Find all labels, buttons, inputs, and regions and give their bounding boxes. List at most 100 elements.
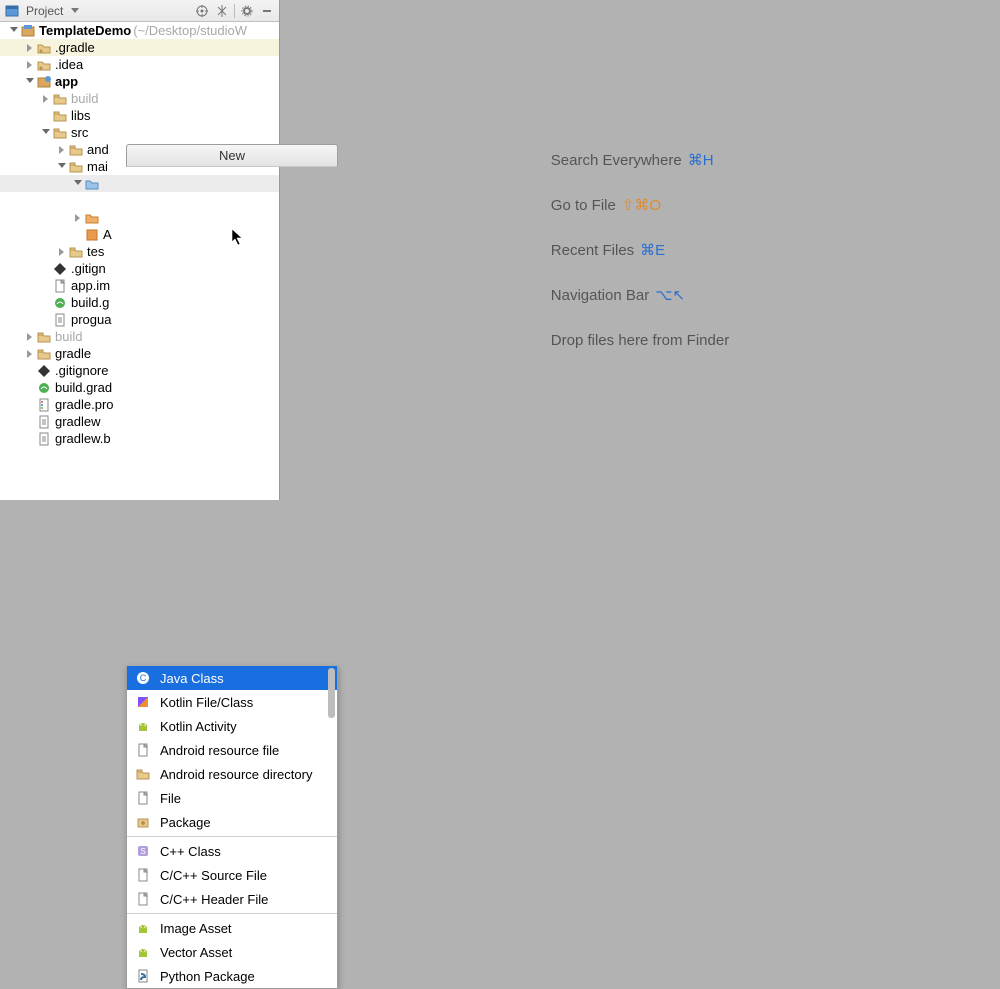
kotlin-icon bbox=[135, 694, 151, 710]
menu-item[interactable]: Python Package bbox=[127, 964, 337, 988]
tree-row[interactable]: app bbox=[0, 73, 279, 90]
menu-item[interactable]: Kotlin Activity bbox=[127, 714, 337, 738]
expand-arrow-icon[interactable] bbox=[24, 76, 36, 88]
tree-row[interactable]: build.grad bbox=[0, 379, 279, 396]
hide-icon[interactable] bbox=[259, 3, 275, 19]
tree-label: .idea bbox=[55, 56, 83, 73]
tree-row[interactable]: .gitignore bbox=[0, 362, 279, 379]
arrow-none bbox=[40, 314, 52, 326]
menu-item-label: Vector Asset bbox=[160, 945, 232, 960]
folder-blue-icon bbox=[84, 176, 100, 192]
menu-item[interactable]: Android resource directory bbox=[127, 762, 337, 786]
tree-row[interactable] bbox=[0, 175, 279, 192]
menu-item[interactable]: Kotlin File/Class bbox=[127, 690, 337, 714]
menu-item[interactable]: CJava Class bbox=[127, 666, 337, 690]
editor-area: Search Everywhere ⌘H Go to File ⇧⌘O Rece… bbox=[280, 0, 1000, 500]
gradle-icon bbox=[52, 295, 68, 311]
tree-label: app.im bbox=[71, 277, 110, 294]
file-icon bbox=[135, 867, 151, 883]
expand-arrow-icon[interactable] bbox=[24, 348, 36, 360]
arrow-none bbox=[40, 263, 52, 275]
welcome-panel: Search Everywhere ⌘H Go to File ⇧⌘O Rece… bbox=[551, 138, 729, 363]
tree-row[interactable]: src bbox=[0, 124, 279, 141]
tree-row[interactable]: gradle bbox=[0, 345, 279, 362]
svg-text:C: C bbox=[140, 673, 147, 683]
tree-label: libs bbox=[71, 107, 91, 124]
menu-item[interactable]: Image Asset bbox=[127, 916, 337, 940]
menu-item-label: Package bbox=[160, 815, 211, 830]
tree-row[interactable]: gradle.pro bbox=[0, 396, 279, 413]
context-menu-title: New bbox=[126, 144, 338, 167]
menu-item[interactable]: Package bbox=[127, 810, 337, 834]
tree-label: src bbox=[71, 124, 88, 141]
tree-row[interactable]: gradlew bbox=[0, 413, 279, 430]
expand-arrow-icon[interactable] bbox=[56, 144, 68, 156]
android-icon bbox=[135, 944, 151, 960]
collapse-icon[interactable] bbox=[214, 3, 230, 19]
navigation-bar[interactable]: Navigation Bar ⌥↖ bbox=[551, 273, 729, 318]
expand-arrow-icon[interactable] bbox=[72, 178, 84, 190]
tree-row[interactable]: .gradle bbox=[0, 39, 279, 56]
project-icon bbox=[20, 23, 36, 39]
tree-row[interactable] bbox=[0, 209, 279, 226]
tree-row[interactable] bbox=[0, 192, 279, 209]
arrow-none bbox=[24, 399, 36, 411]
project-title: Project bbox=[26, 4, 63, 18]
text-icon bbox=[36, 431, 52, 447]
expand-arrow-icon[interactable] bbox=[56, 161, 68, 173]
menu-item[interactable]: SC++ Class bbox=[127, 839, 337, 863]
expand-arrow-icon[interactable] bbox=[24, 42, 36, 54]
tree-row[interactable]: libs bbox=[0, 107, 279, 124]
expand-arrow-icon[interactable] bbox=[72, 212, 84, 224]
tree-row[interactable]: app.im bbox=[0, 277, 279, 294]
menu-item[interactable]: File bbox=[127, 786, 337, 810]
folder-icon bbox=[68, 159, 84, 175]
menu-separator bbox=[127, 836, 337, 837]
menu-item[interactable]: C/C++ Source File bbox=[127, 863, 337, 887]
expand-arrow-icon[interactable] bbox=[40, 93, 52, 105]
spacer-icon bbox=[84, 193, 100, 209]
module-icon bbox=[36, 74, 52, 90]
arrow-none bbox=[24, 365, 36, 377]
search-everywhere[interactable]: Search Everywhere ⌘H bbox=[551, 138, 729, 183]
tree-row[interactable]: gradlew.b bbox=[0, 430, 279, 447]
arrow-none bbox=[72, 195, 84, 207]
arrow-none bbox=[40, 297, 52, 309]
drop-hint: Drop files here from Finder bbox=[551, 318, 729, 363]
tree-row[interactable]: progua bbox=[0, 311, 279, 328]
dropdown-icon[interactable] bbox=[67, 3, 83, 19]
expand-arrow-icon[interactable] bbox=[8, 25, 20, 37]
tree-row[interactable]: TemplateDemo(~/Desktop/studioW bbox=[0, 22, 279, 39]
project-tree[interactable]: TemplateDemo(~/Desktop/studioW.gradle.id… bbox=[0, 22, 279, 500]
target-icon[interactable] bbox=[194, 3, 210, 19]
expand-arrow-icon[interactable] bbox=[24, 331, 36, 343]
arrow-none bbox=[24, 382, 36, 394]
recent-files[interactable]: Recent Files ⌘E bbox=[551, 228, 729, 273]
tree-row[interactable]: .gitign bbox=[0, 260, 279, 277]
tree-label: gradlew.b bbox=[55, 430, 111, 447]
menu-item[interactable]: Android resource file bbox=[127, 738, 337, 762]
folder-icon bbox=[52, 125, 68, 141]
gear-icon[interactable] bbox=[239, 3, 255, 19]
expand-arrow-icon[interactable] bbox=[24, 59, 36, 71]
tree-label: A bbox=[103, 226, 112, 243]
class-c-icon: C bbox=[135, 670, 151, 686]
context-menu[interactable]: CJava ClassKotlin File/ClassKotlin Activ… bbox=[126, 666, 338, 989]
menu-item[interactable]: Vector Asset bbox=[127, 940, 337, 964]
tree-row[interactable]: .idea bbox=[0, 56, 279, 73]
expand-arrow-icon[interactable] bbox=[40, 127, 52, 139]
tree-row[interactable]: build bbox=[0, 328, 279, 345]
menu-item-label: Android resource directory bbox=[160, 767, 312, 782]
menu-item[interactable]: C/C++ Header File bbox=[127, 887, 337, 911]
arrow-none bbox=[24, 416, 36, 428]
tree-row[interactable]: build.g bbox=[0, 294, 279, 311]
menu-scrollbar[interactable] bbox=[328, 668, 335, 718]
tree-label: gradle bbox=[55, 345, 91, 362]
gitignore-icon bbox=[52, 261, 68, 277]
expand-arrow-icon[interactable] bbox=[56, 246, 68, 258]
tree-label: .gradle bbox=[55, 39, 95, 56]
go-to-file[interactable]: Go to File ⇧⌘O bbox=[551, 183, 729, 228]
cpp-s-icon: S bbox=[135, 843, 151, 859]
tree-row[interactable]: build bbox=[0, 90, 279, 107]
arrow-none bbox=[40, 110, 52, 122]
